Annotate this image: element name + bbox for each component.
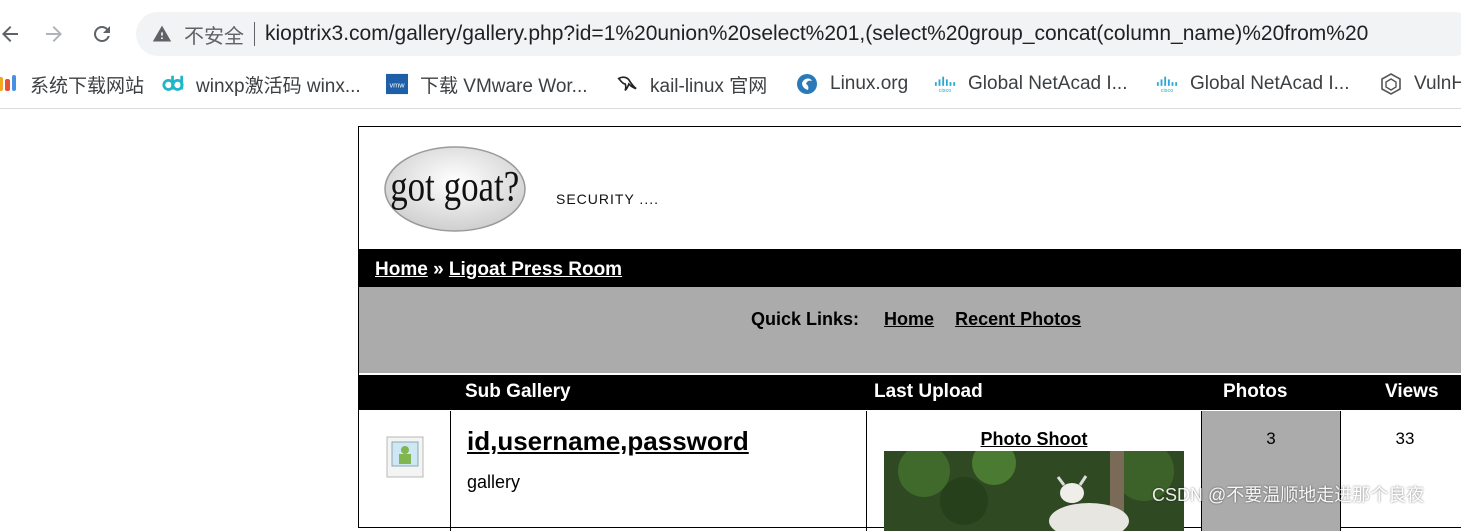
- warning-triangle-icon: [152, 23, 174, 45]
- bookmark-item[interactable]: cisco Global NetAcad I...: [1156, 64, 1349, 104]
- quicklink-recent-photos[interactable]: Recent Photos: [955, 309, 1081, 329]
- svg-text:got goat?: got goat?: [390, 162, 519, 211]
- bookmark-label: 系统下载网站: [30, 75, 145, 97]
- svg-text:cisco: cisco: [1161, 88, 1174, 94]
- header-photos: Photos: [1223, 381, 1288, 402]
- photos-count-cell: 3: [1202, 411, 1341, 531]
- quicklinks-bar: Quick Links: Home Recent Photos: [359, 287, 1461, 373]
- gallery-thumb-cell: [359, 411, 451, 531]
- gallery-title-link[interactable]: id,username,password: [467, 426, 749, 457]
- vmware-icon: vmw: [386, 73, 408, 95]
- reload-icon: [94, 25, 110, 42]
- breadcrumb-home-link[interactable]: Home: [375, 259, 428, 280]
- forward-arrow-icon: [46, 26, 62, 42]
- kali-dragon-icon: [616, 73, 638, 95]
- breadcrumb: Home » Ligoat Press Room: [375, 259, 622, 281]
- breadcrumb-bar: Home » Ligoat Press Room: [359, 249, 1461, 289]
- svg-text:vmw: vmw: [389, 81, 405, 90]
- table-row: id,username,password gallery Photo Shoot: [359, 411, 1461, 531]
- quicklinks-label: Quick Links:: [751, 309, 860, 329]
- header-last-upload: Last Upload: [874, 381, 983, 402]
- bookmark-item[interactable]: vmw 下载 VMware Wor...: [386, 64, 588, 104]
- gallery-table-header: Sub Gallery Last Upload Photos Views: [359, 375, 1461, 410]
- views-count-cell: 33: [1341, 411, 1461, 531]
- goat-logo-icon: got goat?: [384, 146, 526, 232]
- header-views: Views: [1385, 381, 1439, 402]
- bookmark-label: Global NetAcad I...: [1190, 73, 1350, 94]
- sub-gallery-cell: id,username,password gallery: [451, 411, 867, 531]
- url-text[interactable]: kioptrix3.com/gallery/gallery.php?id=1%2…: [265, 22, 1368, 46]
- gallery-page: got goat? SECURITY .... Home » Ligoat Pr…: [358, 126, 1461, 531]
- address-bar[interactable]: 不安全 kioptrix3.com/gallery/gallery.php?id…: [136, 12, 1461, 56]
- colorful-logo-icon: [0, 73, 18, 95]
- bookmarks-bar: 系统下载网站 winxp激活码 winx... vmw 下载 VMware Wo…: [0, 64, 1461, 109]
- goat-photo-image: [884, 451, 1184, 531]
- views-count: 33: [1395, 429, 1415, 448]
- quicklink-home[interactable]: Home: [884, 309, 934, 329]
- last-upload-photo[interactable]: [884, 451, 1184, 531]
- breadcrumb-separator: »: [427, 259, 449, 280]
- svg-text:cisco: cisco: [939, 88, 952, 94]
- bookmark-label: kail-linux 官网: [650, 75, 768, 97]
- header-sub-gallery: Sub Gallery: [465, 381, 571, 402]
- linux-org-icon: [796, 73, 818, 95]
- forward-button[interactable]: [36, 16, 72, 52]
- bookmark-label: winxp激活码 winx...: [196, 75, 361, 97]
- bookmark-item[interactable]: cisco Global NetAcad I...: [934, 64, 1127, 104]
- security-status-label[interactable]: 不安全: [184, 20, 244, 49]
- cisco-icon: cisco: [934, 73, 956, 95]
- bookmark-item[interactable]: Linux.org: [796, 64, 908, 104]
- csdn-watermark: CSDN @不要温顺地走进那个良夜: [1152, 485, 1425, 505]
- gallery-subtitle: gallery: [467, 472, 521, 492]
- quicklinks: Quick Links: Home Recent Photos: [751, 309, 1081, 330]
- cisco-icon: cisco: [1156, 73, 1178, 95]
- bookmark-item[interactable]: winxp激活码 winx...: [162, 64, 361, 104]
- bookmark-label: 下载 VMware Wor...: [420, 75, 588, 97]
- browser-toolbar: 不安全 kioptrix3.com/gallery/gallery.php?id…: [0, 0, 1461, 64]
- bookmark-item[interactable]: VulnH: [1380, 64, 1461, 104]
- vulnhub-icon: [1380, 73, 1402, 95]
- address-divider: [254, 22, 255, 46]
- last-upload-cell: Photo Shoot: [867, 411, 1202, 531]
- bookmark-item[interactable]: kail-linux 官网: [616, 64, 767, 104]
- back-arrow-icon: [2, 26, 18, 42]
- breadcrumb-current-link[interactable]: Ligoat Press Room: [449, 259, 622, 280]
- dd-logo-icon: [162, 73, 184, 95]
- bookmark-item[interactable]: 系统下载网站: [0, 64, 144, 104]
- photos-count: 3: [1266, 429, 1276, 448]
- last-upload-link[interactable]: Photo Shoot: [867, 429, 1201, 450]
- bookmark-label: VulnH: [1414, 73, 1461, 94]
- site-logo[interactable]: got goat?: [383, 143, 529, 235]
- reload-button[interactable]: [84, 16, 120, 52]
- site-tagline: SECURITY ....: [556, 191, 659, 207]
- bookmark-label: Linux.org: [830, 73, 909, 94]
- gallery-thumbnail-icon[interactable]: [385, 435, 425, 479]
- bookmark-label: Global NetAcad I...: [968, 73, 1128, 94]
- back-button[interactable]: [0, 16, 28, 52]
